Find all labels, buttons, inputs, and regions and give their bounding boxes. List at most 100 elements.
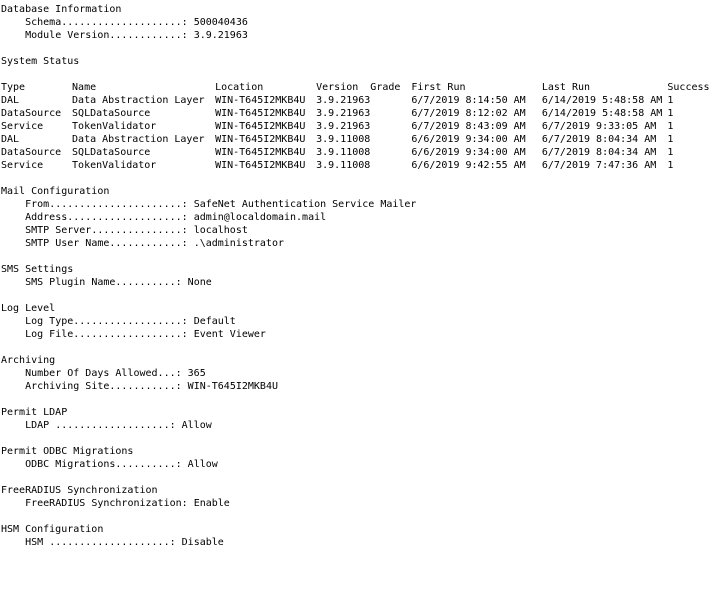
field-value: Default bbox=[193, 316, 236, 327]
table-cell bbox=[370, 133, 411, 146]
table-cell: 3.9.11008 bbox=[316, 134, 371, 145]
table-cell: TokenValidator bbox=[72, 121, 157, 132]
table-cell: SQLDataSource bbox=[72, 108, 151, 119]
column-header: Success bbox=[667, 82, 710, 93]
field-label: LDAP bbox=[25, 420, 56, 431]
field-value: Allow bbox=[187, 459, 218, 470]
table-header-row: Type Name Location Version Grade First Run Las… bbox=[1, 81, 726, 94]
field-leader: ............ bbox=[109, 238, 182, 249]
table-cell: WIN-T645I2MKB4U bbox=[215, 95, 306, 106]
field-label: Archiving Site bbox=[25, 381, 110, 392]
table-cell: 3.9.21963 bbox=[316, 95, 371, 106]
table-cell: 6/7/2019 8:14:50 AM bbox=[411, 95, 526, 106]
table-cell: DAL bbox=[1, 95, 20, 106]
table-row: Service TokenValidator WIN-T645I2MKB4U 3.9.… bbox=[1, 159, 726, 172]
table-cell bbox=[370, 107, 411, 120]
field-label: HSM bbox=[25, 537, 50, 548]
table-cell: 3.9.11008 bbox=[316, 147, 371, 158]
field-row: SMTP Server...............: localhost bbox=[25, 225, 248, 236]
field-leader: ... bbox=[157, 368, 176, 379]
table-cell: WIN-T645I2MKB4U bbox=[215, 108, 306, 119]
field-row: SMTP User Name............: .\administra… bbox=[25, 238, 284, 249]
system-status-table: Type Name Location Version Grade First Run Las… bbox=[1, 81, 726, 172]
field-label: From bbox=[25, 199, 50, 210]
table-cell: 6/7/2019 9:33:05 AM bbox=[541, 121, 657, 132]
column-header: Type bbox=[1, 82, 26, 93]
table-row: DAL Data Abstraction Layer WIN-T645I2MKB4U… bbox=[1, 133, 726, 146]
table-cell bbox=[370, 159, 411, 172]
field-label: SMS Plugin Name bbox=[25, 277, 116, 288]
field-row: From......................: SafeNet Auth… bbox=[25, 199, 417, 210]
table-cell: 6/7/2019 8:04:34 AM bbox=[541, 134, 657, 145]
field-label: Log File bbox=[25, 329, 74, 340]
table-cell: 1 bbox=[667, 121, 674, 132]
table-cell: WIN-T645I2MKB4U bbox=[215, 134, 306, 145]
section-title-freeradius-synchronization: FreeRADIUS Synchronization bbox=[1, 485, 158, 496]
table-cell: 6/6/2019 9:42:55 AM bbox=[411, 160, 526, 171]
field-leader: ................... bbox=[55, 420, 170, 431]
field-label: FreeRADIUS Synchronization bbox=[25, 498, 182, 509]
field-row: LDAP ...................: Allow bbox=[25, 420, 212, 431]
field-value: Event Viewer bbox=[193, 329, 266, 340]
field-row: Schema....................: 500040436 bbox=[25, 17, 248, 28]
table-cell: 3.9.21963 bbox=[316, 108, 371, 119]
field-value: 500040436 bbox=[193, 17, 248, 28]
field-row: Archiving Site...........: WIN-T645I2MKB… bbox=[25, 381, 278, 392]
table-spacer bbox=[1, 68, 726, 81]
table-cell: 6/14/2019 5:48:58 AM bbox=[541, 95, 663, 106]
field-row: SMS Plugin Name..........: None bbox=[25, 277, 212, 288]
table-cell: 6/14/2019 5:48:58 AM bbox=[541, 108, 663, 119]
column-header: Version bbox=[316, 82, 359, 93]
column-header: Grade bbox=[370, 82, 401, 93]
field-row: HSM ....................: Disable bbox=[25, 537, 224, 548]
table-cell: 3.9.11008 bbox=[316, 160, 371, 171]
field-row: Log Type..................: Default bbox=[25, 316, 236, 327]
field-leader: .......... bbox=[115, 277, 176, 288]
field-leader: .................. bbox=[73, 329, 182, 340]
section-title-sms-settings: SMS Settings bbox=[1, 264, 74, 275]
section-title-permit-ldap: Permit LDAP bbox=[1, 407, 68, 418]
table-cell: WIN-T645I2MKB4U bbox=[215, 147, 306, 158]
table-cell: Data Abstraction Layer bbox=[72, 134, 205, 145]
table-cell: 6/7/2019 8:12:02 AM bbox=[411, 108, 526, 119]
field-row: FreeRADIUS Synchronization: Enable bbox=[25, 498, 230, 509]
field-value: None bbox=[187, 277, 212, 288]
field-label: Module Version bbox=[25, 30, 110, 41]
table-cell: TokenValidator bbox=[72, 160, 157, 171]
table-cell: 6/7/2019 8:43:09 AM bbox=[411, 121, 526, 132]
field-value: 3.9.21963 bbox=[193, 30, 248, 41]
table-cell: 6/7/2019 7:47:36 AM bbox=[541, 160, 657, 171]
field-leader: .................... bbox=[61, 17, 182, 28]
field-value: .\administrator bbox=[193, 238, 284, 249]
field-label: Number Of Days Allowed bbox=[25, 368, 158, 379]
section-title-system-status: System Status bbox=[1, 56, 80, 67]
table-cell: WIN-T645I2MKB4U bbox=[215, 121, 306, 132]
field-label: SMTP User Name bbox=[25, 238, 110, 249]
table-cell: 3.9.21963 bbox=[316, 121, 371, 132]
field-value: admin@localdomain.mail bbox=[193, 212, 327, 223]
field-leader: .......... bbox=[115, 459, 176, 470]
table-cell: Data Abstraction Layer bbox=[72, 95, 205, 106]
column-header: Name bbox=[72, 82, 97, 93]
field-value: WIN-T645I2MKB4U bbox=[187, 381, 278, 392]
section-title-archiving: Archiving bbox=[1, 355, 56, 366]
field-leader: ........... bbox=[109, 381, 176, 392]
section-title-permit-odbc-migrations: Permit ODBC Migrations bbox=[1, 446, 134, 457]
field-value: 365 bbox=[187, 368, 206, 379]
table-row: DataSource SQLDataSource WIN-T645I2MKB4U 3.… bbox=[1, 107, 726, 120]
field-leader: ................... bbox=[67, 212, 182, 223]
field-leader: .................... bbox=[49, 537, 170, 548]
field-label: Address bbox=[25, 212, 68, 223]
section-title-mail-configuration: Mail Configuration bbox=[1, 186, 110, 197]
column-header: Location bbox=[215, 82, 264, 93]
table-cell bbox=[370, 120, 411, 133]
column-header: Last Run bbox=[541, 82, 591, 93]
field-value: Disable bbox=[181, 537, 224, 548]
table-cell: 6/7/2019 8:04:34 AM bbox=[541, 147, 657, 158]
